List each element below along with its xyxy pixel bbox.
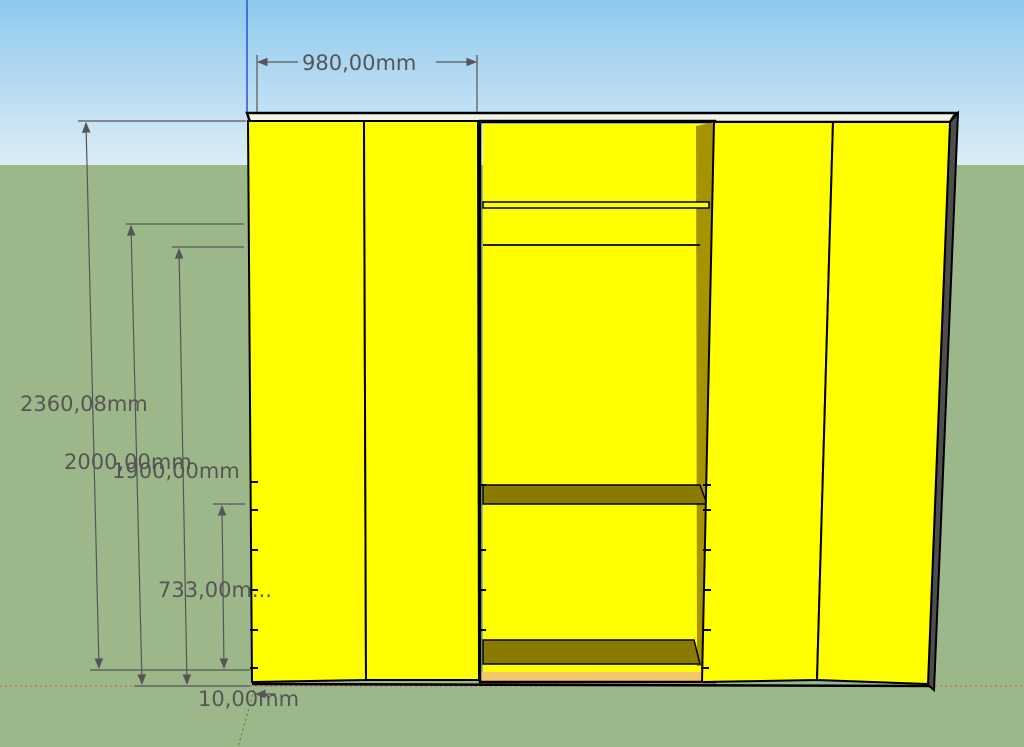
wardrobe-model[interactable] xyxy=(245,110,960,693)
bottom-shelf xyxy=(482,639,701,665)
door-right-1 xyxy=(700,121,835,684)
dim-bottom-offset-label: 10,00mm xyxy=(198,687,299,711)
middle-shelf xyxy=(482,484,709,505)
upper-shelf xyxy=(482,201,710,209)
dim-1900-label: 1900,00mm xyxy=(112,459,240,483)
dim-733-label: 733,00m... xyxy=(158,578,272,602)
dim-width-label: 980,00mm xyxy=(302,51,416,75)
door-left-2 xyxy=(362,120,481,681)
door-right-2 xyxy=(815,121,952,686)
dim-total-height-label: 2360,08mm xyxy=(20,392,148,416)
sketchup-viewport[interactable]: 980,00mm 2360,08mm 2000,00mm 1900,00mm 7… xyxy=(0,0,1024,747)
open-compartment xyxy=(478,119,717,684)
